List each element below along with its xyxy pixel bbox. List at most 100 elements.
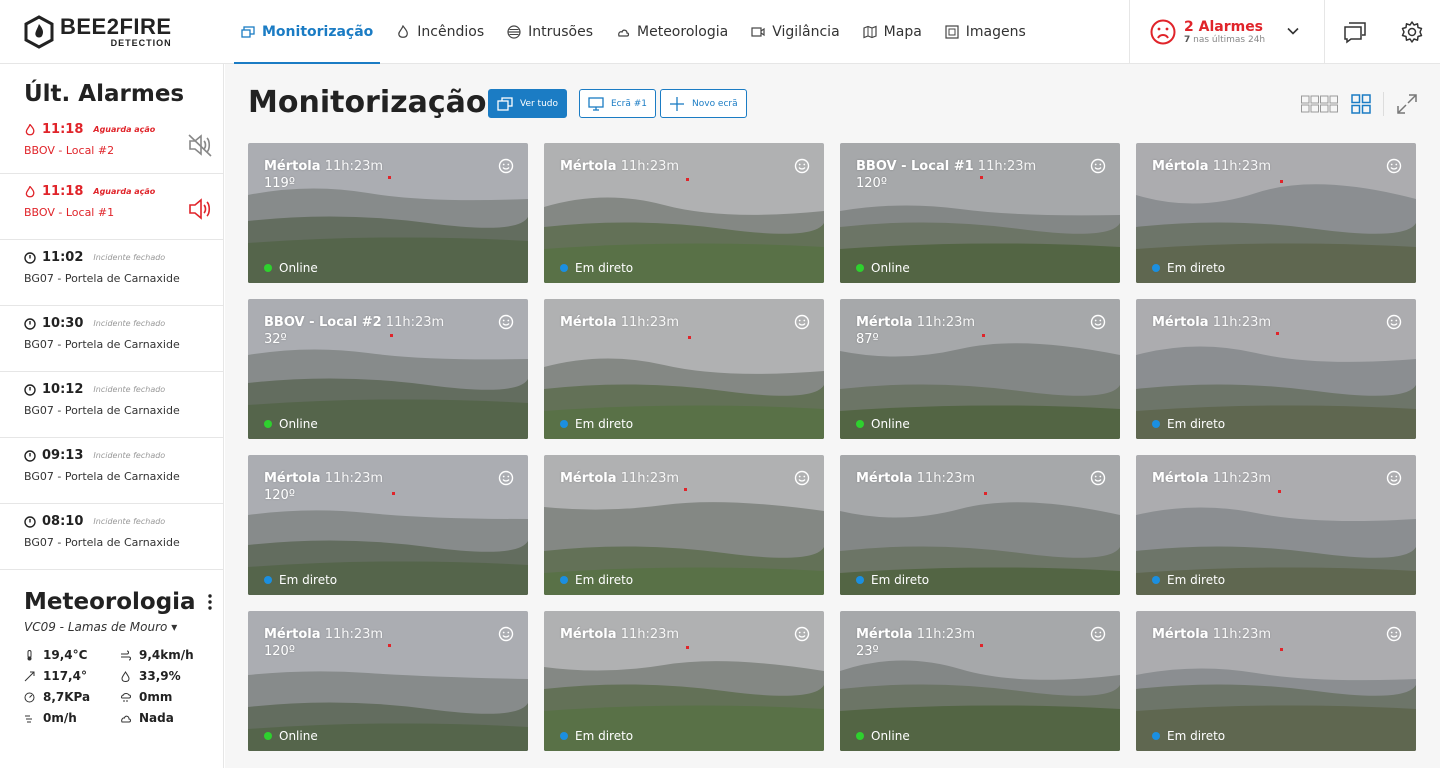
- nav-mapa[interactable]: Mapa: [856, 0, 929, 63]
- meteo-reading: 19,4°C: [24, 648, 120, 662]
- smile-face-icon[interactable]: [1090, 470, 1106, 486]
- alarm-list-item[interactable]: 11:02 Incidente fechado BG07 - Portela de …: [0, 240, 223, 306]
- fire-icon: [25, 185, 35, 197]
- camera-name: Mértola: [1152, 159, 1209, 174]
- smile-face-icon[interactable]: [1090, 158, 1106, 174]
- nav-incendios[interactable]: Incêndios: [389, 0, 491, 63]
- meteo-reading: 33,9%: [120, 669, 216, 683]
- logo-wordmark: BEE2FIRE: [60, 14, 172, 39]
- status-dot-icon: [560, 576, 568, 584]
- camera-tile[interactable]: Mértola 11h:23m Em direto: [544, 299, 824, 439]
- status-dot-icon: [560, 264, 568, 272]
- camera-tile[interactable]: Mértola 11h:23m 120º Em direto: [248, 455, 528, 595]
- camera-status-label: Em direto: [1167, 729, 1226, 743]
- camera-duration: 11h:23m: [385, 315, 445, 330]
- alarm-status: Aguarda ação: [93, 125, 156, 134]
- nav-label: Imagens: [965, 23, 1026, 40]
- camera-tile[interactable]: Mértola 11h:23m Em direto: [544, 455, 824, 595]
- camera-tile[interactable]: Mértola 11h:23m 120º Online: [248, 611, 528, 751]
- screen1-button[interactable]: Ecrã #1: [579, 89, 656, 118]
- alarms-title: 2 Alarmes: [1184, 18, 1264, 35]
- camera-tile[interactable]: Mértola 11h:23m Em direto: [1136, 143, 1416, 283]
- alarm-location: BBOV - Local #2: [24, 144, 115, 157]
- alarm-status: Aguarda ação: [93, 187, 156, 196]
- smile-face-icon[interactable]: [1090, 314, 1106, 330]
- nav-vigilancia[interactable]: Vigilância: [744, 0, 846, 63]
- logo[interactable]: BEE2FIRE DETECTION: [0, 0, 224, 64]
- smile-face-icon[interactable]: [1386, 470, 1402, 486]
- camera-duration: 11h:23m: [324, 159, 384, 174]
- camera-name: Mértola: [560, 627, 617, 642]
- main-content: Monitorização Ver tudo Ecrã #1 Novo ecrã…: [225, 64, 1440, 768]
- alarm-list-item[interactable]: 10:12 Incidente fechado BG07 - Portela de …: [0, 372, 223, 438]
- nav-imagens[interactable]: Imagens: [938, 0, 1033, 63]
- smile-face-icon[interactable]: [498, 158, 514, 174]
- camera-status-label: Em direto: [1167, 261, 1226, 275]
- camera-duration: 11h:23m: [1212, 627, 1272, 642]
- alarm-list-item[interactable]: 10:30 Incidente fechado BG07 - Portela de …: [0, 306, 223, 372]
- camera-tile[interactable]: Mértola 11h:23m Em direto: [1136, 455, 1416, 595]
- nav-meteorologia[interactable]: Meteorologia: [609, 0, 735, 63]
- alarm-list-item[interactable]: 09:13 Incidente fechado BG07 - Portela de …: [0, 438, 223, 504]
- camera-status-label: Online: [279, 417, 318, 431]
- camera-tile[interactable]: Mértola 11h:23m 119º Online: [248, 143, 528, 283]
- images-icon: [945, 24, 959, 39]
- camera-status-label: Online: [279, 729, 318, 743]
- gust-icon: [25, 715, 32, 722]
- status-dot-icon: [1152, 576, 1160, 584]
- camera-tile[interactable]: Mértola 11h:23m Em direto: [1136, 611, 1416, 751]
- speaker-on-icon[interactable]: [187, 196, 213, 222]
- gear-icon[interactable]: [1400, 20, 1424, 44]
- nav-intrusoes[interactable]: Intrusões: [500, 0, 600, 63]
- smile-face-icon[interactable]: [498, 626, 514, 642]
- camera-tile[interactable]: Mértola 11h:23m Em direto: [1136, 299, 1416, 439]
- alarm-list-item[interactable]: 11:18 Aguarda ação BBOV - Local #2: [0, 110, 223, 174]
- camera-status: Online: [856, 417, 910, 431]
- smile-face-icon[interactable]: [794, 158, 810, 174]
- view-all-button[interactable]: Ver tudo: [488, 89, 568, 118]
- status-dot-icon: [1152, 420, 1160, 428]
- view-all-label: Ver tudo: [520, 98, 559, 109]
- camera-name: Mértola: [264, 627, 321, 642]
- smile-face-icon[interactable]: [1386, 626, 1402, 642]
- smile-face-icon[interactable]: [1386, 158, 1402, 174]
- alarm-status: Incidente fechado: [93, 385, 166, 394]
- camera-name: Mértola: [264, 471, 321, 486]
- smile-face-icon[interactable]: [794, 626, 810, 642]
- fullscreen-icon[interactable]: [1396, 93, 1418, 115]
- messages-icon[interactable]: [1343, 20, 1367, 44]
- alarm-list-item[interactable]: 08:10 Incidente fechado BG07 - Portela de …: [0, 504, 223, 570]
- camera-tile[interactable]: Mértola 11h:23m Em direto: [544, 611, 824, 751]
- camera-tile[interactable]: Mértola 11h:23m 23º Online: [840, 611, 1120, 751]
- smile-face-icon[interactable]: [498, 470, 514, 486]
- camera-tile[interactable]: BBOV - Local #1 11h:23m 120º Online: [840, 143, 1120, 283]
- camera-tile[interactable]: BBOV - Local #2 11h:23m 32º Online: [248, 299, 528, 439]
- view-toggle: [1301, 92, 1418, 116]
- alarms-summary[interactable]: 2 Alarmes 7 nas últimas 24h: [1129, 0, 1325, 64]
- smile-face-icon[interactable]: [498, 314, 514, 330]
- meteo-reading: 8,7KPa: [24, 690, 120, 704]
- plus-icon: [670, 96, 684, 111]
- more-options-icon[interactable]: [208, 593, 212, 611]
- grid-4x4-view-icon[interactable]: [1301, 95, 1339, 113]
- alarm-time: 11:18: [42, 122, 84, 137]
- meteo-station-select[interactable]: VC09 - Lamas de Mouro ▾: [24, 620, 224, 634]
- nav-monitorizacao[interactable]: Monitorização: [234, 0, 381, 64]
- grid-2x2-view-icon[interactable]: [1351, 94, 1371, 114]
- camera-name: Mértola: [1152, 627, 1209, 642]
- alarm-list-item[interactable]: 11:18 Aguarda ação BBOV - Local #1: [0, 174, 223, 240]
- new-screen-button[interactable]: Novo ecrã: [660, 89, 747, 118]
- camera-name: Mértola: [1152, 471, 1209, 486]
- detection-marker: [980, 176, 983, 179]
- fire-icon: [398, 24, 409, 38]
- alarm-time: 11:02: [42, 250, 84, 265]
- camera-tile[interactable]: Mértola 11h:23m Em direto: [544, 143, 824, 283]
- alarm-location: BG07 - Portela de Carnaxide: [24, 536, 180, 549]
- camera-tile[interactable]: Mértola 11h:23m Em direto: [840, 455, 1120, 595]
- smile-face-icon[interactable]: [1090, 626, 1106, 642]
- smile-face-icon[interactable]: [1386, 314, 1402, 330]
- smile-face-icon[interactable]: [794, 470, 810, 486]
- camera-tile[interactable]: Mértola 11h:23m 87º Online: [840, 299, 1120, 439]
- smile-face-icon[interactable]: [794, 314, 810, 330]
- speaker-muted-icon[interactable]: [187, 132, 213, 158]
